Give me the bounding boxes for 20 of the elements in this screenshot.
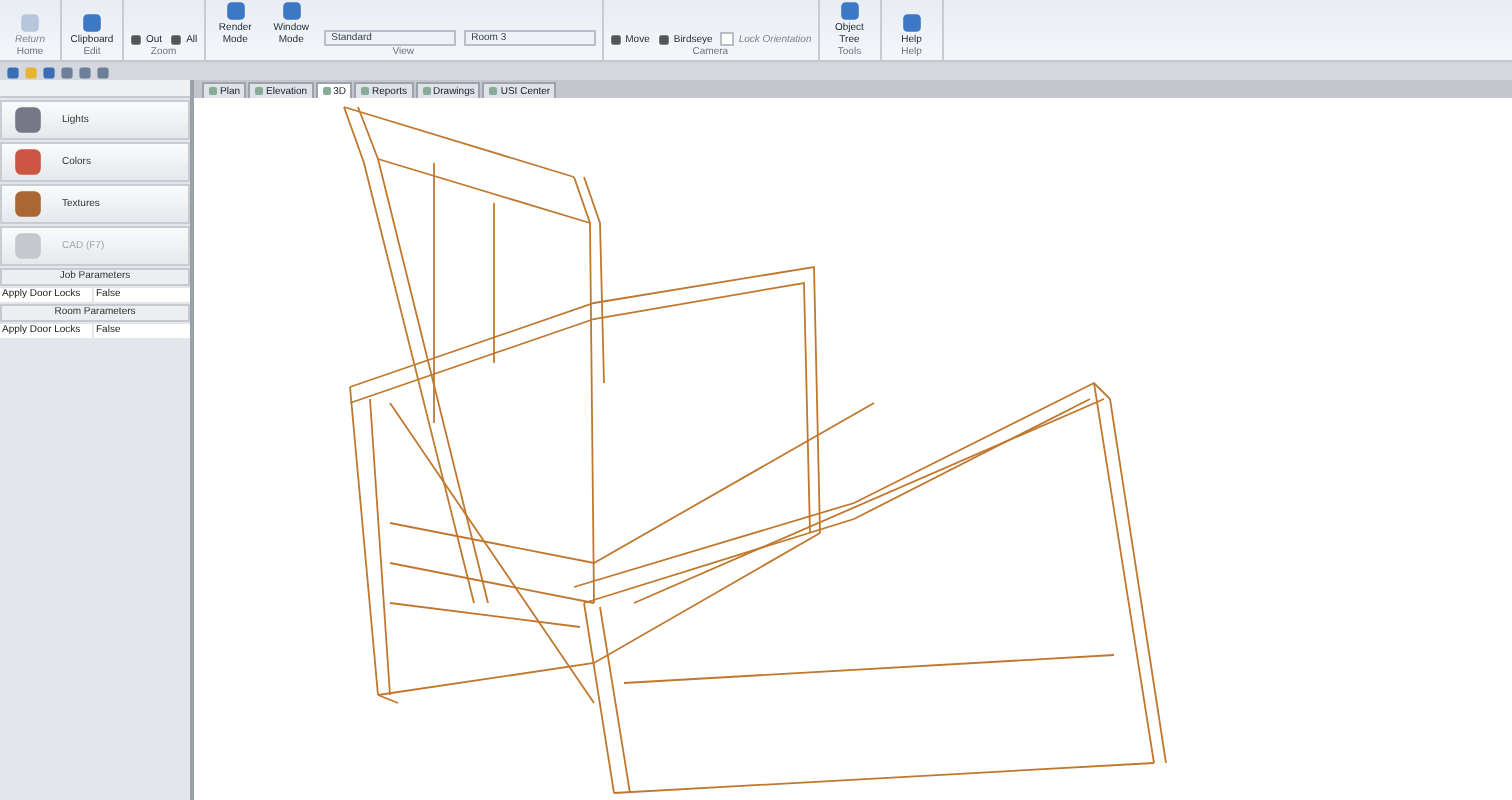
tool-icon (10, 230, 46, 262)
ribbon-icon (837, 0, 862, 22)
tab-icon (321, 86, 332, 96)
ribbon-icon (18, 12, 42, 34)
tab-icon (208, 86, 218, 96)
ribbon-icon (223, 0, 248, 22)
tool-icon (609, 34, 622, 46)
tab-icon (421, 86, 432, 96)
tool-icon (130, 34, 142, 46)
tab-icon (360, 86, 370, 96)
tool-icon (10, 146, 46, 178)
tool-icon (10, 188, 46, 220)
tool-icon (170, 34, 183, 46)
ribbon-icon (899, 12, 924, 34)
tool-icon (10, 104, 46, 136)
ribbon-icon (80, 12, 104, 34)
tab-icon (254, 86, 265, 96)
tab-icon (488, 86, 499, 96)
tool-icon (657, 34, 670, 46)
ribbon-icon (279, 0, 304, 22)
